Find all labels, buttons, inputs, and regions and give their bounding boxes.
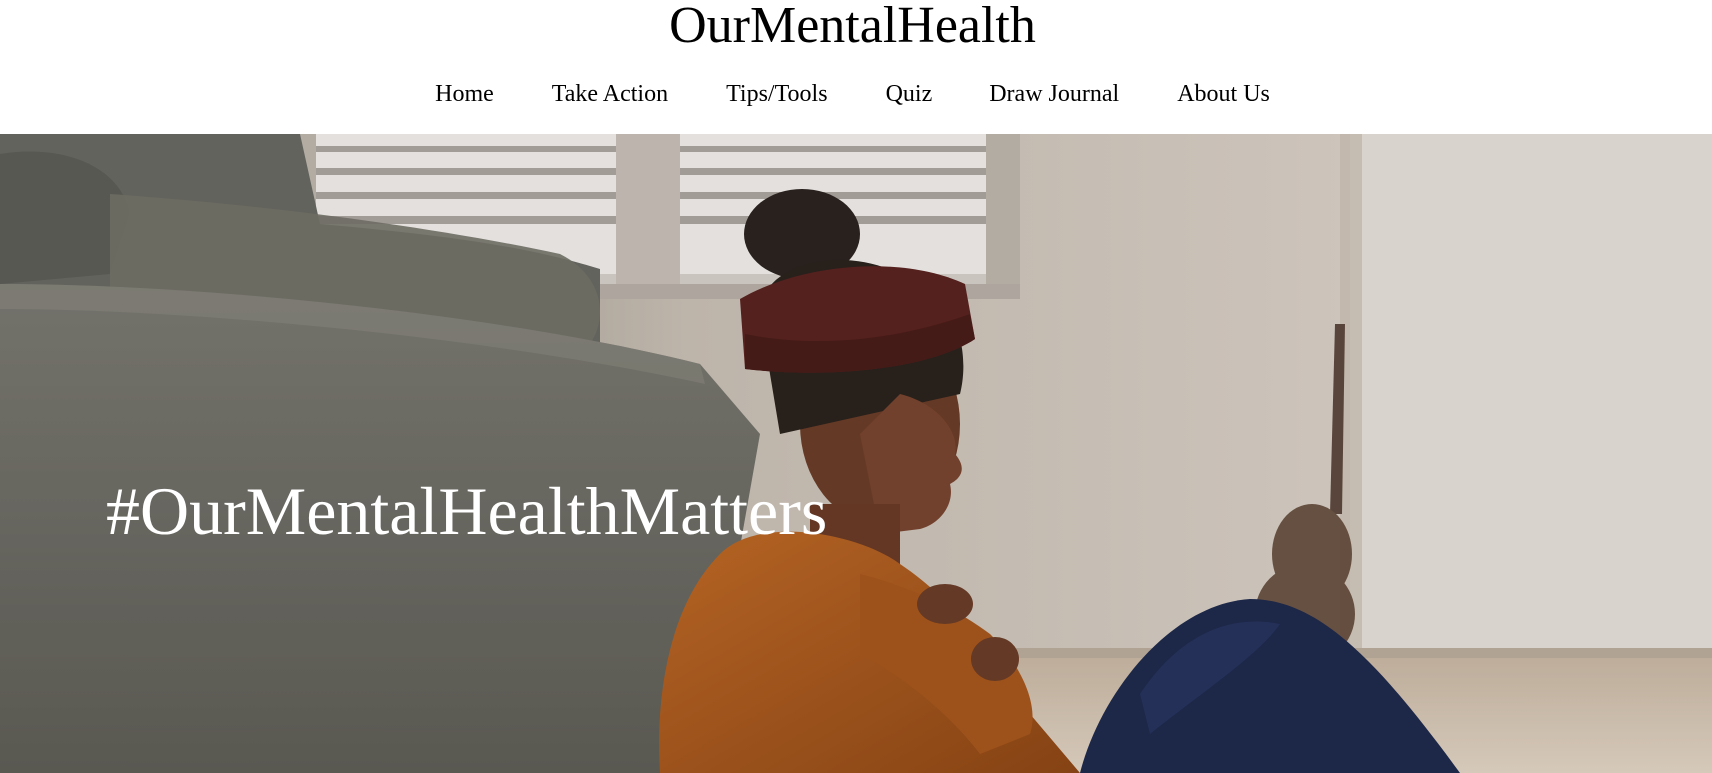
nav-link-draw-journal[interactable]: Draw Journal — [989, 78, 1119, 110]
hero-tagline: #OurMentalHealthMatters — [106, 473, 828, 549]
nav-link-tips-tools[interactable]: Tips/Tools — [726, 78, 827, 110]
nav-link-quiz[interactable]: Quiz — [886, 78, 933, 110]
main-nav: Home Take Action Tips/Tools Quiz Draw Jo… — [0, 78, 1705, 110]
site-title[interactable]: OurMentalHealth — [0, 0, 1705, 52]
nav-link-take-action[interactable]: Take Action — [552, 78, 668, 110]
nav-link-about-us[interactable]: About Us — [1177, 78, 1270, 110]
nav-link-home[interactable]: Home — [435, 78, 494, 110]
site-header: OurMentalHealth Home Take Action Tips/To… — [0, 0, 1712, 134]
hero-image — [0, 134, 1712, 773]
hero-banner: #OurMentalHealthMatters — [0, 134, 1712, 773]
